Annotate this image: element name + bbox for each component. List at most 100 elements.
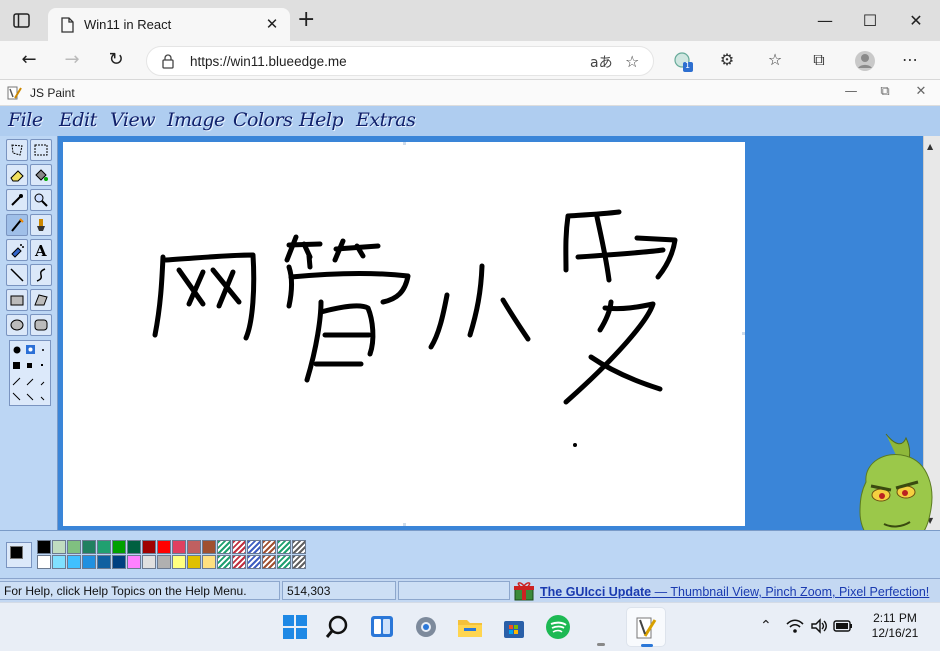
minimize-window-icon[interactable]: — xyxy=(815,11,835,30)
pattern-swatch[interactable] xyxy=(277,555,291,569)
free-form-select-icon[interactable] xyxy=(6,139,28,161)
menu-extras[interactable]: Extras xyxy=(356,109,416,131)
airbrush-icon[interactable] xyxy=(6,239,28,261)
address-bar[interactable]: https://win11.blueedge.me aあ ☆ xyxy=(146,46,654,76)
rectangle-tool-icon[interactable] xyxy=(6,289,28,311)
favorites-icon[interactable]: ☆ xyxy=(764,50,786,72)
color-swatch[interactable] xyxy=(157,555,171,569)
microsoft-store-icon[interactable] xyxy=(500,613,528,641)
rect-select-icon[interactable] xyxy=(30,139,52,161)
color-swatch[interactable] xyxy=(202,555,216,569)
battery-icon[interactable] xyxy=(833,618,853,638)
color-picker-icon[interactable] xyxy=(6,189,28,211)
pencil-icon[interactable] xyxy=(6,214,28,236)
add-favorite-icon[interactable]: ☆ xyxy=(625,52,639,71)
menu-help[interactable]: Help xyxy=(299,109,344,131)
widgets-icon[interactable] xyxy=(368,613,396,641)
menu-edit[interactable]: Edit xyxy=(59,109,97,131)
spotify-icon[interactable] xyxy=(544,613,572,641)
color-swatch[interactable] xyxy=(37,540,51,554)
extension-icon[interactable]: 1 xyxy=(672,50,694,72)
search-icon[interactable] xyxy=(325,613,353,641)
pattern-swatch[interactable] xyxy=(262,555,276,569)
rounded-rectangle-tool-icon[interactable] xyxy=(30,314,52,336)
color-swatch[interactable] xyxy=(67,555,81,569)
pattern-swatch[interactable] xyxy=(292,555,306,569)
foreground-color[interactable] xyxy=(10,546,23,559)
pattern-swatch[interactable] xyxy=(217,555,231,569)
pattern-swatch[interactable] xyxy=(217,540,231,554)
volume-icon[interactable] xyxy=(810,618,828,638)
new-tab-button[interactable]: + xyxy=(297,9,315,31)
forward-arrow-icon[interactable]: → xyxy=(61,49,83,71)
ellipse-tool-icon[interactable] xyxy=(6,314,28,336)
polygon-tool-icon[interactable] xyxy=(30,289,52,311)
pattern-swatch[interactable] xyxy=(277,540,291,554)
app-minimize-icon[interactable]: — xyxy=(843,84,859,99)
jspaint-taskbar-button[interactable] xyxy=(626,607,666,647)
color-swatch[interactable] xyxy=(187,555,201,569)
file-explorer-icon[interactable] xyxy=(456,613,484,641)
close-window-icon[interactable]: ✕ xyxy=(906,11,926,30)
start-windows-icon[interactable] xyxy=(281,613,309,641)
color-swatch[interactable] xyxy=(52,555,66,569)
browser-tab[interactable]: Win11 in React ✕ xyxy=(48,8,290,41)
color-swatch[interactable] xyxy=(52,540,66,554)
color-swatch[interactable] xyxy=(142,555,156,569)
news-ticker[interactable]: The GUIcci Update — Thumbnail View, Pinc… xyxy=(512,581,940,601)
color-swatch[interactable] xyxy=(127,540,141,554)
collections-icon[interactable]: ⧉ xyxy=(808,50,830,72)
color-swatch[interactable] xyxy=(67,540,81,554)
menu-image[interactable]: Image xyxy=(167,109,225,131)
scroll-up-icon[interactable]: ▲ xyxy=(927,142,933,151)
back-arrow-icon[interactable]: ← xyxy=(18,49,40,71)
pattern-swatch[interactable] xyxy=(247,555,261,569)
menu-file[interactable]: File xyxy=(8,109,43,131)
show-hidden-icons-chevron[interactable]: ⌃ xyxy=(760,618,772,634)
refresh-icon[interactable]: ↻ xyxy=(105,49,127,71)
pattern-swatch[interactable] xyxy=(232,555,246,569)
color-swatch[interactable] xyxy=(112,540,126,554)
color-swatch[interactable] xyxy=(202,540,216,554)
pattern-swatch[interactable] xyxy=(247,540,261,554)
color-swatch[interactable] xyxy=(97,540,111,554)
pattern-swatch[interactable] xyxy=(292,540,306,554)
read-aloud-icon[interactable]: aあ xyxy=(590,52,613,72)
wifi-icon[interactable] xyxy=(786,618,804,638)
news-title-link[interactable]: The GUIcci Update xyxy=(540,585,651,599)
pattern-swatch[interactable] xyxy=(262,540,276,554)
system-clock[interactable]: 2:11 PM 12/16/21 xyxy=(862,611,928,641)
eraser-icon[interactable] xyxy=(6,164,28,186)
color-swatch[interactable] xyxy=(142,540,156,554)
color-swatch[interactable] xyxy=(172,555,186,569)
curve-tool-icon[interactable] xyxy=(30,264,52,286)
menu-colors[interactable]: Colors xyxy=(233,109,293,131)
pattern-swatch[interactable] xyxy=(232,540,246,554)
color-swatch[interactable] xyxy=(82,540,96,554)
drawing-canvas[interactable] xyxy=(63,142,745,526)
tab-actions-icon[interactable] xyxy=(12,12,32,30)
tool-options-panel[interactable] xyxy=(9,340,51,406)
profile-avatar[interactable] xyxy=(854,50,876,72)
menu-view[interactable]: View xyxy=(110,109,155,131)
color-swatch[interactable] xyxy=(157,540,171,554)
maximize-window-icon[interactable]: ☐ xyxy=(860,11,880,30)
current-colors-indicator[interactable] xyxy=(6,542,32,568)
color-swatch[interactable] xyxy=(112,555,126,569)
app-maximize-icon[interactable]: ⧉ xyxy=(877,84,893,99)
color-swatch[interactable] xyxy=(97,555,111,569)
more-menu-icon[interactable]: ⋯ xyxy=(899,50,921,72)
brush-shapes-icon[interactable] xyxy=(10,341,52,407)
color-swatch[interactable] xyxy=(37,555,51,569)
settings-gear-icon[interactable] xyxy=(412,613,440,641)
fill-bucket-icon[interactable] xyxy=(30,164,52,186)
brush-icon[interactable] xyxy=(30,214,52,236)
color-swatch[interactable] xyxy=(127,555,141,569)
magnifier-icon[interactable] xyxy=(30,189,52,211)
color-swatch[interactable] xyxy=(172,540,186,554)
app-close-icon[interactable]: ✕ xyxy=(913,84,929,99)
close-tab-icon[interactable]: ✕ xyxy=(264,15,280,33)
color-swatch[interactable] xyxy=(82,555,96,569)
extensions-puzzle-icon[interactable]: ⚙ xyxy=(716,50,738,72)
news-body-link[interactable]: — Thumbnail View, Pinch Zoom, Pixel Perf… xyxy=(651,585,930,599)
